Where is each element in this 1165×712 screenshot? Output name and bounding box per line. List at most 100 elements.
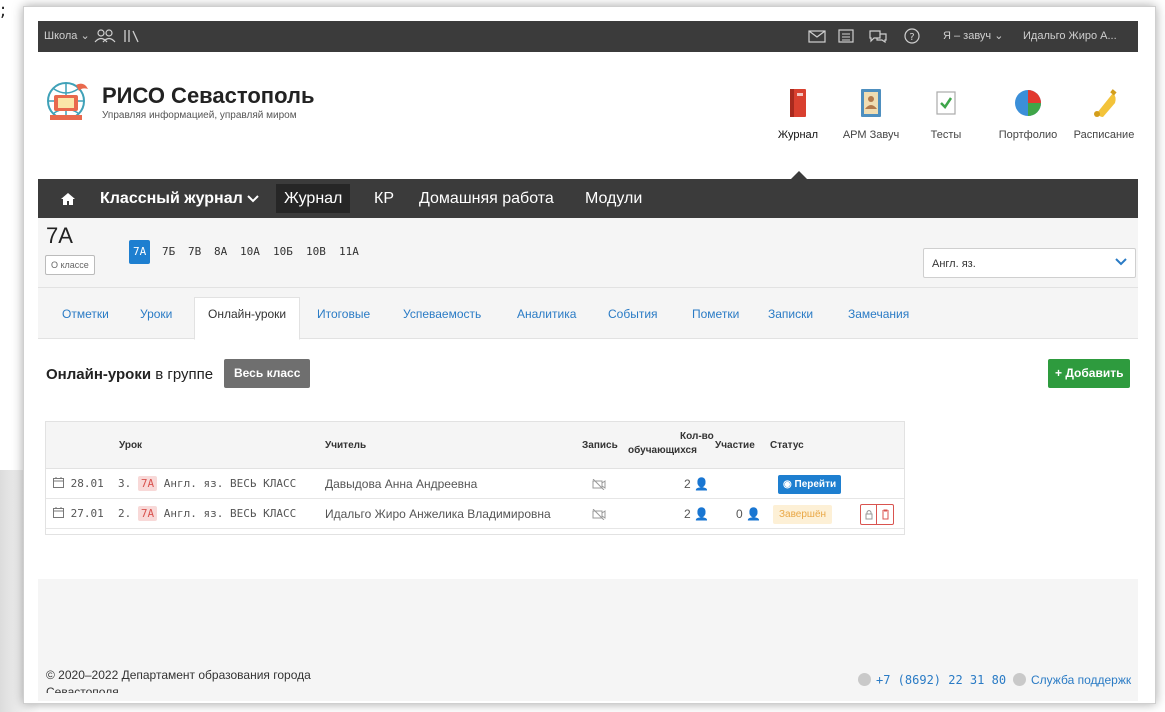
tabs-bar: Отметки Уроки Онлайн-уроки Итоговые Успе… [38, 288, 1138, 340]
role-dropdown[interactable]: Я – завуч ⌄ [943, 21, 1003, 52]
phone-link[interactable]: +7 (8692) 22 31 80 [858, 673, 1006, 687]
lesson-cell[interactable]: 2. 7А Англ. яз. ВЕСЬ КЛАСС [118, 499, 296, 529]
module-label: Тесты [930, 129, 962, 141]
home-icon[interactable] [60, 179, 76, 218]
header-count-line1: Кол-во [680, 431, 714, 442]
calendar-icon [53, 507, 64, 520]
count-cell: 2 👤 [684, 507, 709, 521]
lock-icon[interactable] [861, 505, 877, 524]
module-portfolio[interactable]: Портфолио [988, 83, 1068, 141]
person-icon: 👤 [746, 507, 761, 521]
browser-frame: Школа ⌄ ? Я – завуч ⌄ Идальго Жиро А... … [23, 6, 1156, 704]
user-menu[interactable]: Идальго Жиро А... [1023, 21, 1117, 52]
tab-events[interactable]: События [608, 307, 658, 321]
section-title: Онлайн-уроки в группе [46, 366, 214, 383]
class-chip-10v[interactable]: 10В [302, 240, 330, 264]
tab-notes[interactable]: Пометки [692, 307, 739, 321]
contacts-book-icon [831, 83, 911, 123]
class-bar: 7А О классе 7А 7Б 7В 8А 10А 10Б 10В 11А … [38, 218, 1138, 288]
module-schedule[interactable]: Расписание [1064, 83, 1138, 141]
module-label: Портфолио [998, 129, 1058, 141]
online-lessons-table: Урок Учитель Запись Кол-во обучающихся У… [45, 421, 905, 535]
add-button[interactable]: + Добавить [1048, 359, 1131, 388]
module-label: Расписание [1073, 129, 1135, 141]
date-cell: 27.01 [53, 499, 104, 529]
class-chip-7v[interactable]: 7В [184, 240, 205, 264]
subject-select-value: Англ. яз. [932, 258, 976, 270]
calendar-icon [53, 477, 64, 490]
tab-analytics[interactable]: Аналитика [517, 307, 576, 321]
class-chip-7a[interactable]: 7А [129, 240, 151, 264]
class-chip-11a[interactable]: 11А [335, 240, 363, 264]
svg-text:?: ? [909, 32, 914, 43]
module-journal[interactable]: Журнал [758, 83, 838, 141]
modules-bar: Журнал АРМ Завуч Тесты Портфолио Расписа… [38, 83, 1138, 173]
module-label: Журнал [777, 129, 819, 141]
eye-icon: ◉ [783, 479, 792, 490]
subject-select[interactable]: Англ. яз. [923, 248, 1136, 278]
lesson-cell[interactable]: 3. 7А Англ. яз. ВЕСЬ КЛАСС [118, 469, 296, 499]
table-header: Урок Учитель Запись Кол-во обучающихся У… [46, 422, 904, 469]
no-video-icon [592, 499, 606, 529]
tab-progress[interactable]: Успеваемость [403, 307, 481, 321]
header-participation: Участие [715, 440, 755, 451]
pie-chart-icon [988, 83, 1068, 123]
go-button[interactable]: ◉ Перейти [778, 475, 842, 494]
nav-kr[interactable]: КР [374, 179, 394, 218]
tab-final[interactable]: Итоговые [317, 307, 370, 321]
group-badge[interactable]: Весь класс [224, 359, 311, 388]
checkmark-doc-icon [906, 83, 986, 123]
class-chip-7b[interactable]: 7Б [158, 240, 179, 264]
header-record: Запись [582, 440, 618, 451]
nav-homework[interactable]: Домашняя работа [419, 179, 554, 218]
count-cell: 2 👤 [684, 477, 709, 491]
class-chip-8a[interactable]: 8А [210, 240, 231, 264]
teacher-cell: Давыдова Анна Андреевна [325, 477, 478, 491]
help-icon[interactable]: ? [904, 21, 920, 52]
module-arm-zavuch[interactable]: АРМ Завуч [831, 83, 911, 141]
page-content: Школа ⌄ ? Я – завуч ⌄ Идальго Жиро А... … [38, 21, 1138, 701]
screenshot-stage: ; Школа ⌄ ? Я – завуч ⌄ Идальго Жиро А..… [0, 0, 1165, 712]
nav-journal[interactable]: Журнал [276, 184, 351, 213]
person-icon: 👤 [694, 507, 709, 521]
person-icon: 👤 [694, 477, 709, 491]
class-journal-dropdown[interactable]: Классный журнал [100, 179, 259, 218]
chat-icon[interactable] [868, 21, 888, 52]
current-class: 7А [46, 223, 73, 248]
about-class-button[interactable]: О классе [45, 255, 95, 275]
header-count-line2: обучающихся [628, 445, 697, 456]
module-tests[interactable]: Тесты [906, 83, 986, 141]
trash-icon[interactable] [877, 505, 893, 524]
chevron-down-icon [1115, 257, 1127, 270]
copyright-text-line2: Севастополя [46, 685, 119, 693]
row-actions [860, 504, 894, 525]
table-row: 27.01 2. 7А Англ. яз. ВЕСЬ КЛАСС Идальго… [46, 499, 904, 529]
header-lesson: Урок [119, 440, 143, 451]
table-row: 28.01 3. 7А Англ. яз. ВЕСЬ КЛАСС Давыдов… [46, 469, 904, 499]
date-cell: 28.01 [53, 469, 104, 499]
phone-icon [858, 673, 871, 686]
status-badge: Завершён [773, 505, 833, 524]
header-teacher: Учитель [325, 440, 367, 451]
tab-memos[interactable]: Записки [768, 307, 813, 321]
school-dropdown[interactable]: Школа ⌄ [44, 21, 90, 52]
library-icon[interactable] [123, 21, 141, 52]
class-chip-10a[interactable]: 10А [236, 240, 264, 264]
support-link[interactable]: Служба поддержк [1013, 673, 1131, 687]
bell-icon [1064, 83, 1138, 123]
tab-lessons[interactable]: Уроки [140, 307, 172, 321]
footer: © 2020–2022 Департамент образования горо… [38, 579, 1138, 701]
nav-modules[interactable]: Модули [585, 179, 642, 218]
class-chip-10b[interactable]: 10Б [269, 240, 297, 264]
calendar-icon[interactable] [838, 21, 854, 52]
tab-marks[interactable]: Отметки [62, 307, 109, 321]
users-icon[interactable] [94, 21, 116, 52]
no-video-icon [592, 469, 606, 499]
tab-remarks[interactable]: Замечания [848, 307, 909, 321]
mail-icon[interactable] [808, 21, 826, 52]
top-bar: Школа ⌄ ? Я – завуч ⌄ Идальго Жиро А... [38, 21, 1138, 52]
copyright-text: © 2020–2022 Департамент образования горо… [46, 668, 311, 682]
module-label: АРМ Завуч [842, 129, 900, 141]
tab-online-lessons[interactable]: Онлайн-уроки [194, 297, 301, 340]
teacher-cell: Идальго Жиро Анжелика Владимировна [325, 507, 551, 521]
